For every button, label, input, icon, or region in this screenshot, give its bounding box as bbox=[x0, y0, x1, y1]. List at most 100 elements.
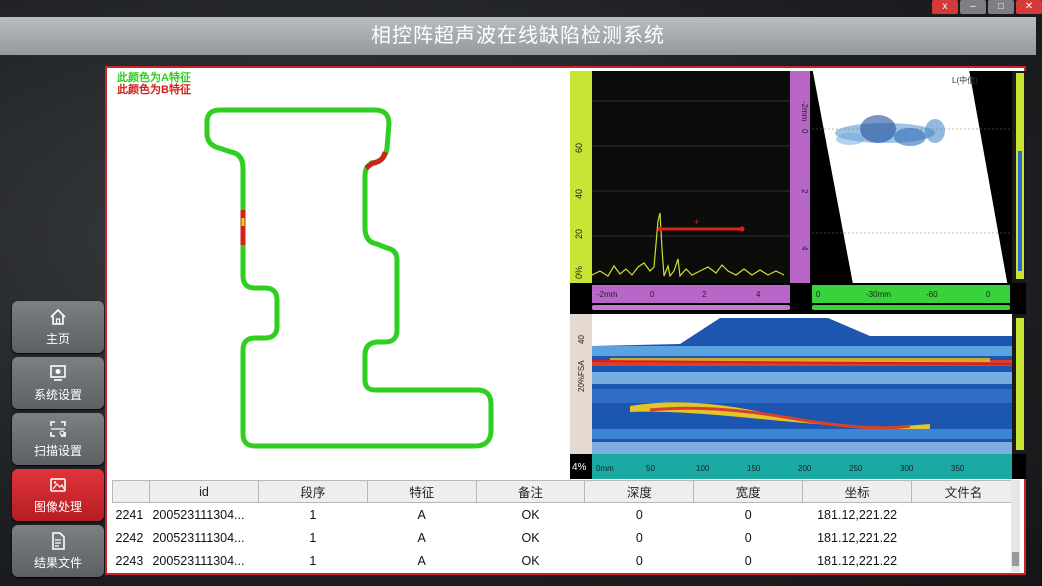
nav-label: 图像处理 bbox=[33, 500, 82, 514]
column-header[interactable] bbox=[112, 480, 150, 503]
svg-text:+: + bbox=[694, 217, 699, 227]
cell-depth: 0 bbox=[635, 530, 643, 545]
row-number: 2242 bbox=[115, 530, 144, 545]
cscan-x-label: 150 bbox=[747, 464, 761, 473]
minimize-button[interactable]: – bbox=[960, 0, 986, 14]
cell-id: 200523111304... bbox=[152, 507, 245, 522]
ascan-scale-label: 60 bbox=[574, 143, 584, 153]
sscan-x-label: -60 bbox=[926, 290, 938, 299]
cell-id: 200523111304... bbox=[152, 530, 245, 545]
a-scan-view[interactable]: 60 40 20 0% + -2mm 0 2 4 bbox=[570, 71, 790, 311]
scan-icon bbox=[50, 421, 66, 437]
cell-width: 0 bbox=[744, 507, 752, 522]
cell-coordinate: 181.12,221.22 bbox=[817, 507, 898, 522]
sscan-scale-label: 0 bbox=[800, 129, 809, 134]
window-title: 相控阵超声波在线缺陷检测系统 bbox=[0, 17, 1036, 55]
column-header[interactable]: 坐标 bbox=[802, 480, 913, 503]
nav-result-files[interactable]: 结果文件 bbox=[12, 525, 104, 577]
sscan-scale-label: -2mm bbox=[800, 101, 809, 122]
maximize-button[interactable]: □ bbox=[988, 0, 1014, 14]
cscan-x-label: 100 bbox=[696, 464, 710, 473]
ultrasonic-views: 60 40 20 0% + -2mm 0 2 4 -2mm 0 2 4 L(中值… bbox=[570, 71, 1026, 479]
ascan-scale-label: 0% bbox=[574, 266, 584, 279]
cell-id: 200523111304... bbox=[152, 553, 245, 568]
sscan-scale-label: 2 bbox=[800, 189, 809, 194]
nav-label: 系统设置 bbox=[33, 388, 82, 402]
table-scrollbar[interactable] bbox=[1011, 480, 1020, 572]
sscan-header: L(中值) bbox=[952, 75, 978, 85]
column-header[interactable]: 段序 bbox=[257, 480, 368, 503]
cell-width: 0 bbox=[744, 530, 752, 545]
settings-icon bbox=[50, 365, 66, 381]
nav-label: 主页 bbox=[45, 332, 70, 346]
cell-width: 0 bbox=[744, 553, 752, 568]
scrollbar-thumb[interactable] bbox=[1012, 552, 1019, 566]
cell-filename bbox=[912, 549, 1016, 572]
cell-remark: OK bbox=[521, 553, 540, 568]
sscan-x-label: -30mm bbox=[866, 290, 891, 299]
table-row[interactable]: 2243 200523111304... 1 A OK 0 0 181.12,2… bbox=[113, 549, 1016, 572]
cell-feature: A bbox=[417, 530, 426, 545]
cell-remark: OK bbox=[521, 507, 540, 522]
sscan-x-label: 0 bbox=[816, 290, 821, 299]
cell-filename bbox=[912, 503, 1016, 527]
cscan-x-label: 0mm bbox=[596, 464, 614, 473]
cell-segment: 1 bbox=[309, 530, 317, 545]
profile-marker-a bbox=[241, 218, 245, 226]
cell-depth: 0 bbox=[635, 553, 643, 568]
profile-segment-b-1 bbox=[364, 151, 388, 171]
c-scan-view[interactable]: 40 20%FSA 4% 0mm 50 100 150 200 250 300 … bbox=[570, 314, 1026, 479]
cell-segment: 1 bbox=[309, 553, 317, 568]
column-header[interactable]: id bbox=[148, 480, 259, 503]
app-menu-button[interactable]: x bbox=[932, 0, 958, 14]
profile-contour-view[interactable] bbox=[107, 68, 567, 478]
nav-label: 结果文件 bbox=[33, 556, 82, 570]
nav-scan-settings[interactable]: 扫描设置 bbox=[12, 413, 104, 465]
ascan-scale-label: 40 bbox=[574, 189, 584, 199]
s-scan-view[interactable]: -2mm 0 2 4 L(中值) 0 -30mm -60 0 bbox=[790, 71, 1026, 311]
cscan-corner-label: 4% bbox=[572, 462, 587, 473]
cell-coordinate: 181.12,221.22 bbox=[817, 530, 898, 545]
cell-remark: OK bbox=[521, 530, 540, 545]
ascan-x-label: 2 bbox=[702, 290, 707, 299]
table-header: id 段序 特征 备注 深度 宽度 坐标 文件名 bbox=[112, 480, 1016, 503]
ascan-x-label: 4 bbox=[756, 290, 761, 299]
cell-filename bbox=[912, 526, 1016, 549]
column-header[interactable]: 深度 bbox=[584, 480, 695, 503]
close-button[interactable]: ✕ bbox=[1016, 0, 1042, 14]
profile-contour-a bbox=[204, 107, 494, 449]
table-row[interactable]: 2241 200523111304... 1 A OK 0 0 181.12,2… bbox=[113, 503, 1016, 527]
row-number: 2243 bbox=[115, 553, 144, 568]
ascan-x-label: -2mm bbox=[597, 290, 618, 299]
sscan-x-label: 0 bbox=[986, 290, 991, 299]
window-controls: x – □ ✕ bbox=[932, 0, 1042, 14]
table-row[interactable]: 2242 200523111304... 1 A OK 0 0 181.12,2… bbox=[113, 526, 1016, 549]
cell-feature: A bbox=[417, 507, 426, 522]
cell-depth: 0 bbox=[635, 507, 643, 522]
row-number: 2241 bbox=[115, 507, 144, 522]
column-header[interactable]: 文件名 bbox=[911, 480, 1016, 503]
results-table: id 段序 特征 备注 深度 宽度 坐标 文件名 2241 2005231113… bbox=[112, 480, 1016, 572]
cscan-scale-label: 20%FSA bbox=[577, 360, 586, 392]
ascan-x-label: 0 bbox=[650, 290, 655, 299]
column-header[interactable]: 宽度 bbox=[693, 480, 804, 503]
home-icon bbox=[50, 308, 66, 325]
cscan-scale-label: 40 bbox=[577, 335, 586, 344]
main-panel: 此颜色为A特征 此颜色为B特征 60 40 20 0% + -2mm 0 2 4… bbox=[105, 66, 1026, 575]
cscan-x-label: 350 bbox=[951, 464, 965, 473]
nav-label: 扫描设置 bbox=[33, 444, 82, 458]
cell-segment: 1 bbox=[309, 507, 317, 522]
nav-image-processing[interactable]: 图像处理 bbox=[12, 469, 104, 521]
column-header[interactable]: 备注 bbox=[475, 480, 586, 503]
column-header[interactable]: 特征 bbox=[366, 480, 477, 503]
nav-system-settings[interactable]: 系统设置 bbox=[12, 357, 104, 409]
file-icon bbox=[52, 532, 65, 550]
sscan-scale-label: 4 bbox=[800, 246, 809, 251]
cscan-x-label: 50 bbox=[646, 464, 655, 473]
nav-home[interactable]: 主页 bbox=[12, 301, 104, 353]
cell-coordinate: 181.12,221.22 bbox=[817, 553, 898, 568]
cell-feature: A bbox=[417, 553, 426, 568]
ascan-scale-label: 20 bbox=[574, 229, 584, 239]
cscan-x-label: 300 bbox=[900, 464, 914, 473]
cscan-x-label: 250 bbox=[849, 464, 863, 473]
